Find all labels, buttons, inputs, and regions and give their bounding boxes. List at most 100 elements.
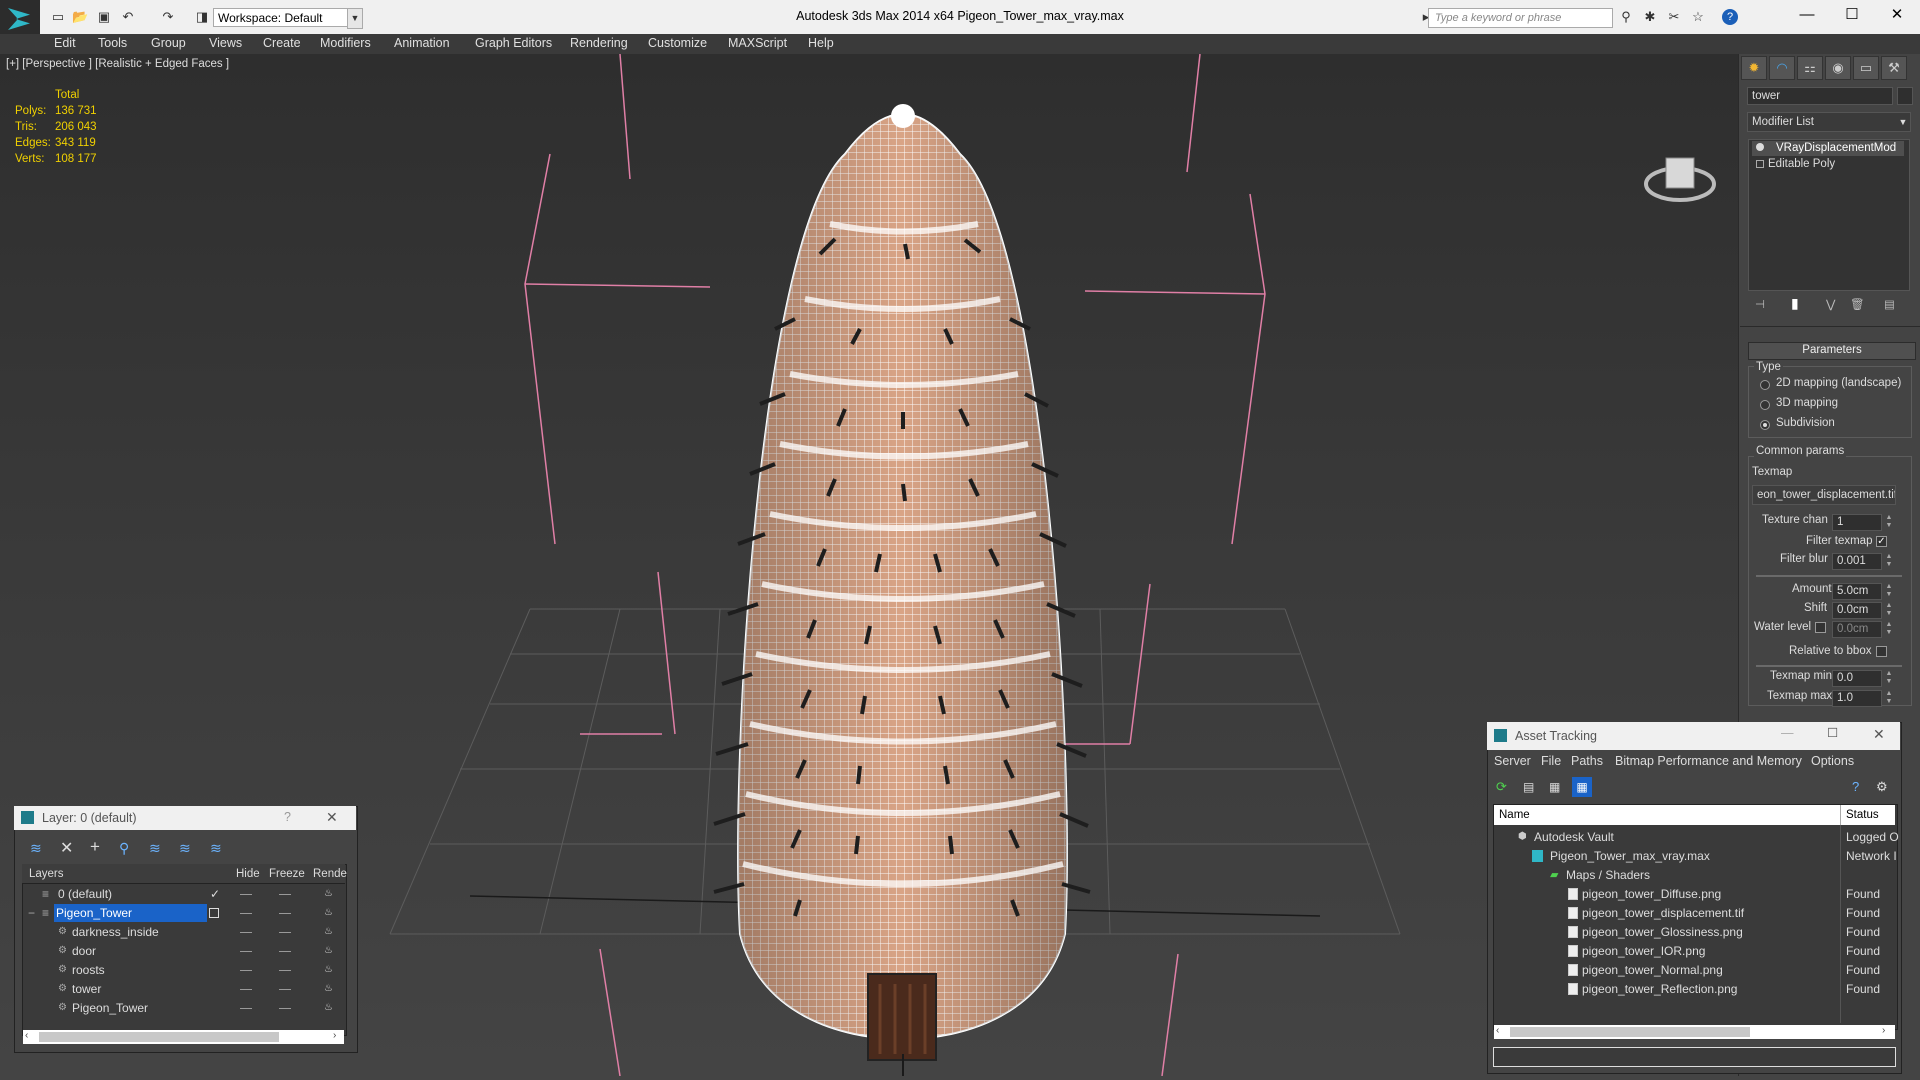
freeze-toggle[interactable] <box>279 894 291 895</box>
texmap-min-input[interactable]: 0.0 <box>1832 670 1882 687</box>
hide-toggle[interactable] <box>240 894 252 895</box>
light-bulb-icon[interactable] <box>1756 143 1764 151</box>
modifier-list-dropdown[interactable]: Modifier List <box>1747 112 1911 132</box>
layer-row[interactable]: ⚙ Pigeon_Tower ♨ <box>26 999 338 1018</box>
filter-blur-input[interactable]: 0.001 <box>1832 553 1882 570</box>
viewport-label[interactable]: [+] [Perspective ] [Realistic + Edged Fa… <box>6 58 229 70</box>
remove-modifier-icon[interactable]: 🗑 <box>1850 297 1865 311</box>
texmap-button[interactable]: eon_tower_displacement.tif) <box>1752 485 1896 505</box>
menu-create[interactable]: Create <box>263 34 301 54</box>
modify-tab-icon[interactable]: ◠ <box>1769 56 1795 80</box>
asset-help-icon[interactable]: ? <box>1852 779 1859 794</box>
asset-path-field[interactable] <box>1493 1047 1896 1067</box>
motion-tab-icon[interactable]: ◉ <box>1825 56 1851 80</box>
asset-menu-paths[interactable]: Paths <box>1571 754 1603 768</box>
asset-minimize-icon[interactable]: — <box>1781 726 1794 740</box>
list-view-icon[interactable]: ▤ <box>1523 780 1534 794</box>
layer-dialog-titlebar[interactable]: Layer: 0 (default) ? ✕ <box>14 806 356 830</box>
scrollbar-thumb[interactable] <box>1510 1027 1750 1037</box>
hide-toggle[interactable] <box>240 913 252 914</box>
modifier-stack-item-vraydisplacement[interactable]: VRayDisplacementMod <box>1752 141 1904 156</box>
texmap-min-spinner-icon[interactable]: ▲ ▼ <box>1885 670 1893 687</box>
communication-icon[interactable]: ✂ <box>1666 9 1682 25</box>
asset-row-file[interactable]: pigeon_tower_Reflection.png Found <box>1494 980 1894 999</box>
asset-row-vault[interactable]: ⬢ Autodesk Vault Logged O <box>1494 828 1899 847</box>
hide-toggle[interactable] <box>240 951 252 952</box>
search-input[interactable]: Type a keyword or phrase <box>1428 8 1613 28</box>
col-freeze[interactable]: Freeze <box>269 868 305 880</box>
asset-row-file[interactable]: pigeon_tower_IOR.png Found <box>1494 942 1894 961</box>
freeze-toggle[interactable] <box>279 1008 291 1009</box>
freeze-toggle[interactable] <box>279 951 291 952</box>
new-file-icon[interactable]: ▭ <box>50 9 66 25</box>
amount-input[interactable]: 5.0cm <box>1832 583 1882 600</box>
display-tab-icon[interactable]: ▭ <box>1853 56 1879 80</box>
menu-edit[interactable]: Edit <box>54 34 76 54</box>
show-end-result-icon[interactable]: ▮ <box>1791 295 1799 312</box>
layer-row-selected[interactable]: − ≡ Pigeon_Tower ♨ <box>26 904 338 923</box>
open-file-icon[interactable]: 📂 <box>72 9 88 25</box>
menu-help[interactable]: Help <box>808 34 834 54</box>
hide-toggle[interactable] <box>240 970 252 971</box>
col-status[interactable]: Status <box>1846 809 1879 821</box>
save-file-icon[interactable]: ▣ <box>96 9 112 25</box>
asset-row-file[interactable]: pigeon_tower_Normal.png Found <box>1494 961 1894 980</box>
asset-row-max-file[interactable]: Pigeon_Tower_max_vray.max Network I <box>1494 847 1897 866</box>
undo-icon[interactable]: ↶ <box>120 9 136 25</box>
col-render[interactable]: Rende <box>313 868 347 880</box>
favorites-star-icon[interactable]: ☆ <box>1690 9 1706 25</box>
render-teapot-icon[interactable]: ♨ <box>324 980 333 998</box>
hide-toggle[interactable] <box>240 989 252 990</box>
minimize-window-icon[interactable]: — <box>1784 0 1830 32</box>
maximize-window-icon[interactable]: ☐ <box>1829 0 1875 32</box>
layer-row[interactable]: ⚙ darkness_inside ♨ <box>26 923 338 942</box>
asset-row-file[interactable]: pigeon_tower_displacement.tif Found <box>1494 904 1894 923</box>
project-folder-icon[interactable]: ◨ <box>194 9 210 25</box>
render-teapot-icon[interactable]: ♨ <box>324 885 333 903</box>
hide-unhide-all-icon[interactable]: ≋ <box>210 840 222 857</box>
asset-row-file[interactable]: pigeon_tower_Glossiness.png Found <box>1494 923 1894 942</box>
hide-toggle[interactable] <box>240 1008 252 1009</box>
create-tab-icon[interactable]: ✹ <box>1741 56 1767 80</box>
render-teapot-icon[interactable]: ♨ <box>324 904 333 922</box>
freeze-toggle[interactable] <box>279 932 291 933</box>
workspace-dropdown-arrow-icon[interactable]: ▼ <box>347 8 363 29</box>
asset-tracking-titlebar[interactable]: Asset Tracking — ☐ ✕ <box>1487 722 1900 750</box>
texmap-max-spinner-icon[interactable]: ▲ ▼ <box>1885 690 1893 707</box>
radio-2d-mapping[interactable] <box>1760 380 1770 390</box>
layer-close-icon[interactable]: ✕ <box>326 809 338 826</box>
detail-view-icon[interactable]: ▦ <box>1549 780 1560 794</box>
texmap-max-input[interactable]: 1.0 <box>1832 690 1882 707</box>
radio-subdivision[interactable] <box>1760 420 1770 430</box>
menu-rendering[interactable]: Rendering <box>570 34 628 54</box>
redo-icon[interactable]: ↷ <box>160 9 176 25</box>
collapse-icon[interactable]: − <box>28 904 35 922</box>
col-name[interactable]: Name <box>1499 809 1530 821</box>
hide-toggle[interactable] <box>240 932 252 933</box>
hierarchy-tab-icon[interactable]: ⚏ <box>1797 56 1823 80</box>
col-layers[interactable]: Layers <box>29 868 64 880</box>
set-current-box[interactable] <box>209 908 219 918</box>
add-to-layer-icon[interactable]: + <box>90 837 100 857</box>
asset-row-maps-folder[interactable]: ▰ Maps / Shaders <box>1494 866 1894 885</box>
delete-layer-icon[interactable]: ✕ <box>60 838 73 858</box>
asset-horizontal-scrollbar[interactable]: ‹ › <box>1494 1025 1895 1039</box>
menu-animation[interactable]: Animation <box>394 34 450 54</box>
layer-horizontal-scrollbar[interactable]: ‹ › <box>23 1030 344 1044</box>
water-level-spinner-icon[interactable]: ▲ ▼ <box>1885 621 1893 638</box>
asset-maximize-icon[interactable]: ☐ <box>1827 725 1838 740</box>
asset-menu-server[interactable]: Server <box>1494 754 1531 768</box>
render-teapot-icon[interactable]: ♨ <box>324 999 333 1017</box>
scroll-right-icon[interactable]: › <box>1882 1025 1885 1036</box>
render-teapot-icon[interactable]: ♨ <box>324 923 333 941</box>
freeze-toggle[interactable] <box>279 970 291 971</box>
expand-icon[interactable] <box>1756 160 1764 168</box>
help-icon[interactable]: ? <box>1722 9 1738 25</box>
asset-menu-options[interactable]: Options <box>1811 754 1854 768</box>
layer-help-icon[interactable]: ? <box>284 810 291 824</box>
configure-sets-icon[interactable]: ▤ <box>1884 297 1895 311</box>
modifier-list-arrow-icon[interactable]: ▼ <box>1896 113 1910 131</box>
col-hide[interactable]: Hide <box>236 868 260 880</box>
layer-row[interactable]: ⚙ tower ♨ <box>26 980 338 999</box>
menu-tools[interactable]: Tools <box>98 34 127 54</box>
